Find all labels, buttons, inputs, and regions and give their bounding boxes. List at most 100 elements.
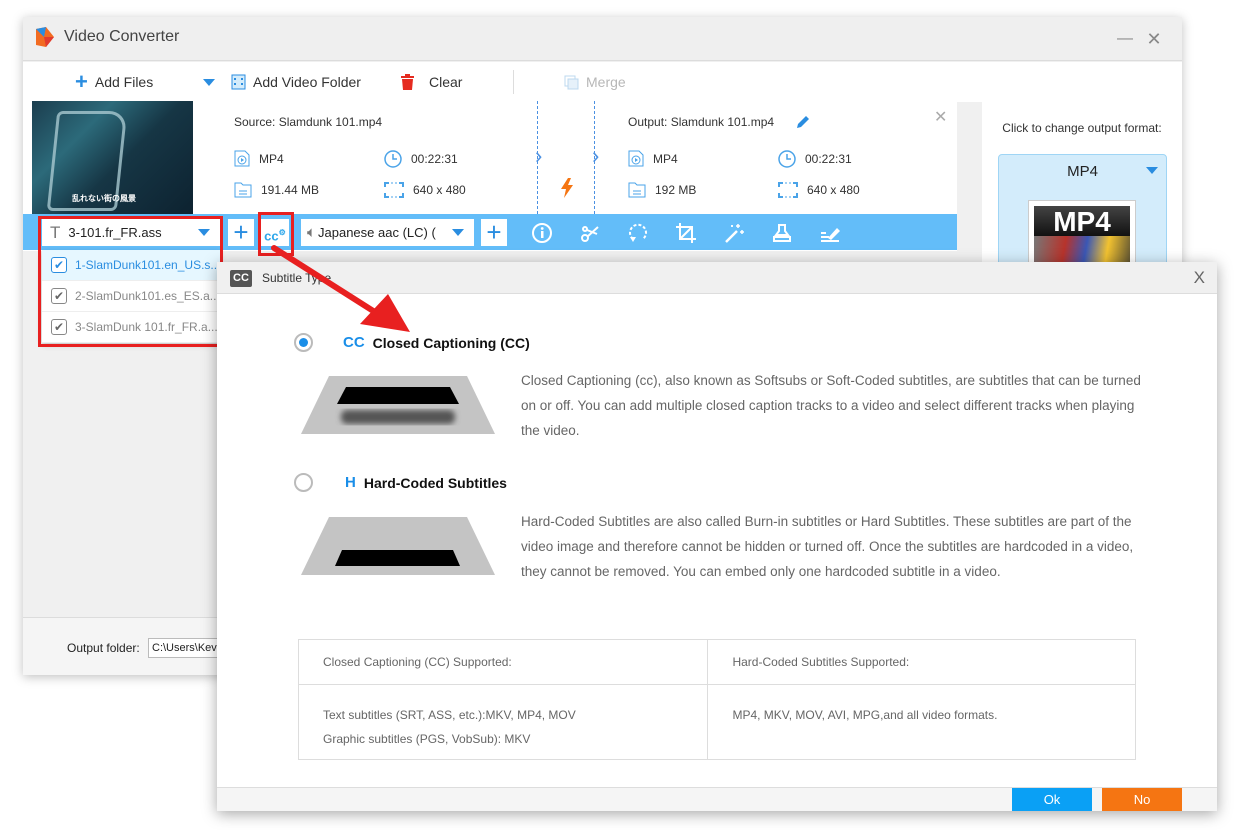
plus-icon: + — [75, 69, 88, 94]
add-files-dropdown[interactable] — [203, 62, 215, 102]
trash-icon — [401, 74, 414, 90]
output-title: Output: Slamdunk 101.mp4 — [628, 115, 775, 129]
add-video-folder-button[interactable]: Add Video Folder — [231, 62, 361, 102]
crop-icon[interactable] — [675, 222, 697, 244]
merge-button[interactable]: Merge — [564, 62, 626, 102]
video-file-icon — [628, 150, 644, 167]
speaker-icon: 🔈︎ — [307, 224, 317, 241]
title-bar: Video Converter — ✕ — [23, 17, 1182, 61]
ok-button[interactable]: Ok — [1012, 788, 1092, 811]
resolution-icon — [384, 182, 404, 198]
table-header-cc: Closed Captioning (CC) Supported: — [297, 639, 709, 685]
dropdown-arrow-icon — [203, 78, 215, 86]
clear-label: Clear — [429, 74, 463, 90]
output-resolution: 640 x 480 — [778, 182, 860, 198]
dialog-close-button[interactable]: X — [1194, 268, 1205, 288]
cc-support-line: Text subtitles (SRT, ASS, etc.):MKV, MP4… — [323, 708, 576, 722]
subtitle-edit-icon[interactable] — [819, 222, 841, 244]
subtitle-type-dialog: CC Subtitle Type X CC Closed Captioning … — [217, 262, 1217, 811]
closed-captioning-title: Closed Captioning (CC) — [372, 334, 530, 351]
table-cell-hard: MP4, MKV, MOV, AVI, MPG,and all video fo… — [707, 684, 1136, 760]
rotate-icon[interactable] — [627, 222, 649, 244]
dialog-title-bar: CC Subtitle Type X — [217, 262, 1217, 294]
minimize-button[interactable]: — — [1114, 29, 1136, 51]
radio-closed-captioning[interactable] — [294, 333, 313, 352]
output-duration: 00:22:31 — [778, 150, 852, 168]
no-button[interactable]: No — [1102, 788, 1182, 811]
toolbar-divider — [513, 70, 514, 94]
radio-hard-coded[interactable] — [294, 473, 313, 492]
source-format-value: MP4 — [259, 151, 284, 166]
source-format: MP4 — [234, 150, 284, 167]
output-format: MP4 — [628, 150, 678, 167]
file-size-icon — [628, 182, 646, 198]
output-format-name: MP4 — [1067, 163, 1098, 180]
hard-coded-description: Hard-Coded Subtitles are also called Bur… — [521, 514, 1134, 579]
app-logo-icon — [36, 27, 54, 47]
table-header-hard: Hard-Coded Subtitles Supported: — [707, 639, 1136, 685]
watermark-stamp-icon[interactable] — [771, 222, 793, 244]
output-folder-label: Output folder: — [67, 641, 140, 655]
video-file-icon — [234, 150, 250, 167]
output-size-value: 192 MB — [655, 183, 697, 197]
remove-file-icon[interactable]: ✕ — [934, 107, 947, 127]
output-size: 192 MB — [628, 182, 696, 198]
annotation-highlight-cc — [258, 212, 294, 256]
source-size: 191.44 MB — [234, 182, 319, 198]
add-audio-button[interactable]: + — [481, 219, 507, 246]
merge-label: Merge — [586, 74, 626, 90]
audio-track-select[interactable]: 🔈︎ Japanese aac (LC) ( — [301, 219, 474, 246]
folder-film-icon — [231, 74, 246, 90]
app-title: Video Converter — [64, 28, 180, 45]
toolbar: + Add Files Add Video Folder Clear Merge — [23, 62, 1182, 102]
resolution-icon — [778, 182, 798, 198]
dropdown-arrow-icon — [1146, 167, 1158, 174]
video-thumbnail[interactable]: 乱れない街の風景 — [32, 101, 193, 214]
cc-icon: CC — [230, 270, 252, 287]
info-icon[interactable] — [531, 222, 553, 244]
dropdown-arrow-icon — [452, 229, 464, 236]
gpu-acceleration-icon[interactable] — [560, 178, 574, 198]
source-size-value: 191.44 MB — [261, 183, 320, 197]
support-table: Closed Captioning (CC) Supported: Hard-C… — [297, 639, 1136, 760]
thumbnail-caption: 乱れない街の風景 — [72, 194, 136, 203]
output-format-label: Click to change output format: — [1002, 121, 1162, 135]
table-cell-cc: Text subtitles (SRT, ASS, etc.):MKV, MP4… — [297, 684, 709, 760]
annotation-highlight-subtitles — [38, 216, 223, 347]
audio-selected-value: Japanese aac (LC) ( — [318, 225, 436, 240]
source-duration: 00:22:31 — [384, 150, 458, 168]
add-files-button[interactable]: + Add Files — [75, 62, 153, 102]
scissors-icon[interactable] — [579, 222, 601, 244]
clock-icon — [384, 150, 402, 168]
output-format-value: MP4 — [653, 151, 678, 166]
source-resolution: 640 x 480 — [384, 182, 466, 198]
magic-wand-icon[interactable] — [723, 222, 745, 244]
cc-support-line: Graphic subtitles (PGS, VobSub): MKV — [323, 732, 531, 746]
merge-icon — [564, 75, 579, 89]
chevron-right-icon: › — [592, 143, 600, 168]
add-video-folder-label: Add Video Folder — [253, 74, 361, 90]
soft-subtitle-illustration — [301, 376, 495, 434]
add-files-label: Add Files — [94, 74, 154, 90]
file-size-icon — [234, 182, 252, 198]
source-title: Source: Slamdunk 101.mp4 — [234, 115, 383, 129]
cc-mark-icon: CC — [343, 334, 365, 351]
source-duration-value: 00:22:31 — [411, 152, 458, 166]
clear-button[interactable]: Clear — [401, 62, 462, 102]
hard-support-line: MP4, MKV, MOV, AVI, MPG,and all video fo… — [732, 708, 998, 722]
output-resolution-value: 640 x 480 — [807, 183, 860, 197]
edit-pencil-icon[interactable] — [795, 114, 811, 130]
hard-coded-option[interactable]: H Hard-Coded Subtitles — [345, 474, 507, 491]
h-mark-icon: H — [345, 474, 356, 491]
hard-coded-title: Hard-Coded Subtitles — [363, 474, 507, 491]
output-duration-value: 00:22:31 — [805, 152, 852, 166]
chevron-right-icon: › — [535, 143, 543, 168]
closed-captioning-option[interactable]: CC Closed Captioning (CC) — [343, 334, 530, 351]
clock-icon — [778, 150, 796, 168]
hard-subtitle-illustration — [301, 517, 495, 575]
dialog-footer: Ok No — [217, 787, 1217, 811]
close-window-button[interactable]: ✕ — [1143, 29, 1165, 51]
closed-captioning-description: Closed Captioning (cc), also known as So… — [521, 373, 1141, 438]
add-subtitle-button[interactable]: + — [228, 219, 254, 246]
format-image-text: MP4 — [1034, 206, 1130, 237]
